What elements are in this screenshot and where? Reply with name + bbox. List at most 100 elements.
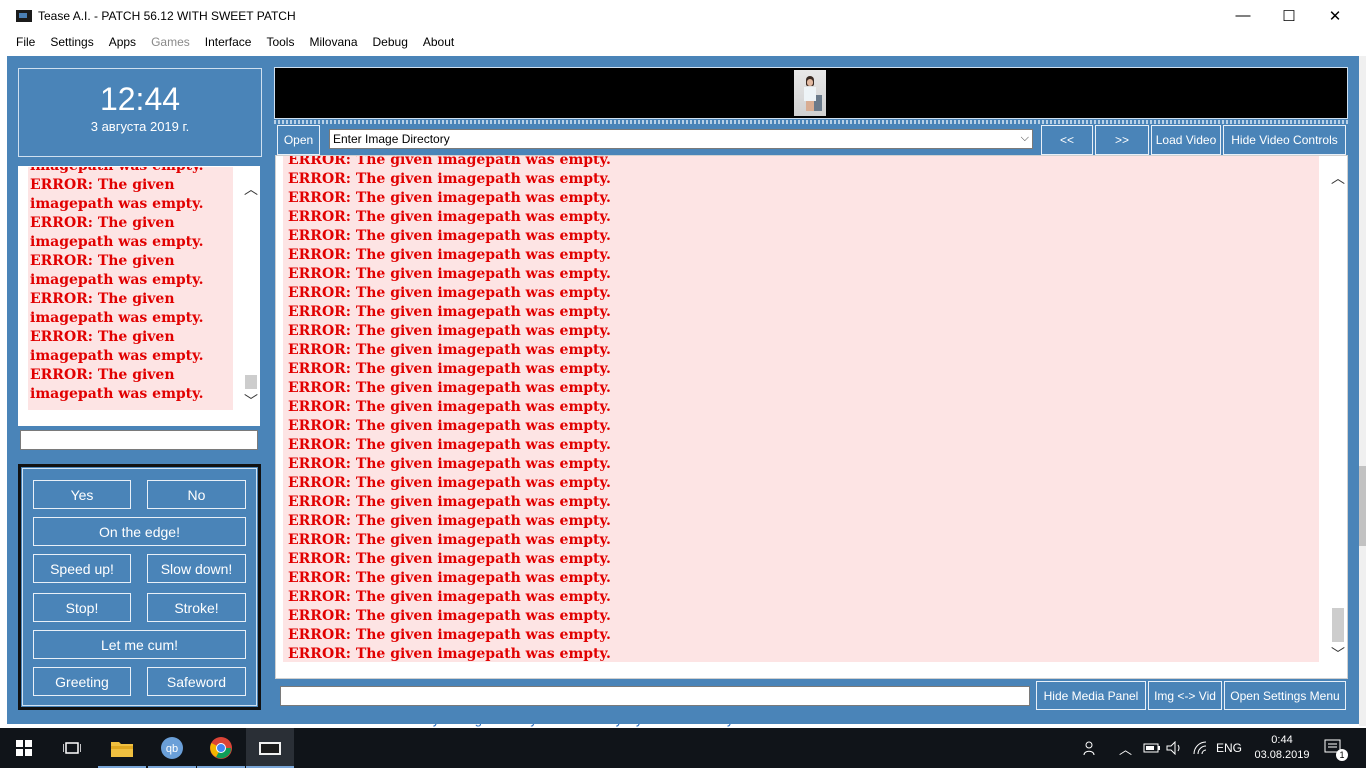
background-scrollbar: [1359, 56, 1366, 726]
chat-message: ERROR: The given imagepath was empty.: [30, 367, 204, 402]
menu-about[interactable]: About: [423, 35, 454, 49]
side-chat-input[interactable]: [20, 430, 258, 450]
chat-message: ERROR: The given imagepath was empty.: [288, 437, 611, 453]
stroke-button[interactable]: Stroke!: [147, 593, 246, 622]
chat-message: ERROR: The given imagepath was empty.: [288, 475, 611, 491]
next-button[interactable]: >>: [1095, 125, 1149, 155]
menu-settings[interactable]: Settings: [50, 35, 93, 49]
chat-message: ERROR: The given imagepath was empty.: [288, 228, 611, 244]
image-directory-combobox[interactable]: Enter Image Directory ⌵: [329, 129, 1033, 149]
side-chat-scroll-thumb[interactable]: [245, 375, 257, 389]
chat-message: ERROR: The given imagepath was empty.: [288, 532, 611, 548]
safeword-button[interactable]: Safeword: [147, 667, 246, 696]
quick-response-panel: Yes No On the edge! Speed up! Slow down!…: [18, 464, 261, 710]
chat-input[interactable]: [280, 686, 1030, 706]
chat-message: ERROR: The given imagepath was empty.: [288, 646, 611, 662]
stop-button[interactable]: Stop!: [33, 593, 131, 622]
chat-message: ERROR: The given imagepath was empty.: [288, 209, 611, 225]
hide-video-controls-button[interactable]: Hide Video Controls: [1223, 125, 1346, 155]
language-indicator[interactable]: ENG: [1216, 728, 1242, 768]
chrome-icon: [210, 737, 232, 759]
chat-message: ERROR: The given imagepath was empty.: [288, 418, 611, 434]
svg-text:qb: qb: [166, 743, 178, 755]
no-button[interactable]: No: [147, 480, 246, 509]
chat-message: ERROR: The given imagepath was empty.: [288, 247, 611, 263]
clock-time: 12:44: [99, 81, 181, 117]
splitter-handle[interactable]: [274, 120, 1348, 124]
battery-icon[interactable]: [1143, 728, 1161, 768]
window-title: Tease A.I. - PATCH 56.12 WITH SWEET PATC…: [38, 8, 296, 23]
menu-interface[interactable]: Interface: [205, 35, 252, 49]
taskbar-file-explorer[interactable]: [98, 728, 146, 768]
chat-message: ERROR: The given imagepath was empty.: [30, 215, 204, 250]
chat-message: ERROR: The given imagepath was empty.: [288, 570, 611, 586]
taskbar-date: 03.08.2019: [1254, 749, 1310, 761]
main-chat-scroll-thumb[interactable]: [1332, 608, 1344, 642]
load-video-button[interactable]: Load Video: [1151, 125, 1221, 155]
image-directory-value: Enter Image Directory: [333, 132, 450, 146]
chat-message: ERROR: The given imagepath was empty.: [288, 608, 611, 624]
speed-up-button[interactable]: Speed up!: [33, 554, 131, 583]
chevron-down-icon[interactable]: ⌵: [1021, 132, 1029, 145]
on-the-edge-button[interactable]: On the edge!: [33, 517, 246, 546]
chat-message: ERROR: The given imagepath was empty.: [288, 380, 611, 396]
slow-down-button[interactable]: Slow down!: [147, 554, 246, 583]
open-settings-menu-button[interactable]: Open Settings Menu: [1224, 681, 1346, 710]
chat-message: ERROR: The given imagepath was empty.: [30, 177, 204, 212]
people-icon[interactable]: [1083, 728, 1099, 768]
chat-message: ERROR: The given imagepath was empty.: [288, 361, 611, 377]
chat-message: ERROR: The given imagepath was empty.: [288, 171, 611, 187]
teaseai-icon: [259, 742, 281, 755]
main-chat-scrollbar[interactable]: ︿ ﹀: [1329, 156, 1347, 678]
scroll-down-icon[interactable]: ﹀: [1329, 646, 1347, 662]
volume-icon[interactable]: [1166, 728, 1184, 768]
chat-message: ERROR: The given imagepath was empty.: [30, 291, 204, 326]
menu-debug[interactable]: Debug: [373, 35, 408, 49]
taskbar-clock[interactable]: 0:44 03.08.2019: [1252, 733, 1312, 763]
scroll-up-icon[interactable]: ︿: [243, 181, 259, 197]
greeting-button[interactable]: Greeting: [33, 667, 131, 696]
task-view-button[interactable]: [48, 728, 96, 768]
chat-message: ERROR: The given imagepath was empty.: [288, 304, 611, 320]
taskbar: qb ︿ ENG 0:44 03.08.2019 1: [0, 728, 1366, 768]
menu-milovana[interactable]: Milovana: [309, 35, 357, 49]
menu-apps[interactable]: Apps: [109, 35, 136, 49]
close-button[interactable]: ✕: [1312, 0, 1358, 31]
clock-date: 3 августа 2019 г.: [90, 119, 190, 134]
scroll-up-icon[interactable]: ︿: [1329, 170, 1347, 186]
chat-message: ERROR: The given imagepath was empty.: [288, 266, 611, 282]
side-chat-content: imagepath was empty.ERROR: The given ima…: [28, 167, 233, 410]
menu-bar: File Settings Apps Games Interface Tools…: [0, 31, 1366, 53]
start-button[interactable]: [0, 728, 48, 768]
clock-panel: 12:44 3 августа 2019 г.: [18, 68, 262, 157]
windows-logo-icon: [16, 740, 32, 756]
open-button[interactable]: Open: [277, 125, 320, 155]
taskbar-qbittorrent[interactable]: qb: [148, 728, 196, 768]
menu-tools[interactable]: Tools: [266, 35, 294, 49]
taskbar-teaseai[interactable]: [246, 728, 294, 768]
menu-file[interactable]: File: [16, 35, 35, 49]
minimize-button[interactable]: —: [1220, 0, 1266, 31]
side-chat-lines: imagepath was empty.ERROR: The given ima…: [28, 167, 233, 404]
let-me-cum-button[interactable]: Let me cum!: [33, 630, 246, 659]
main-chat-log[interactable]: ERROR: The given imagepath was empty. ERR…: [275, 155, 1348, 679]
image-strip: [274, 67, 1348, 119]
thumbnail-image[interactable]: [794, 70, 826, 116]
previous-button[interactable]: <<: [1041, 125, 1093, 155]
chat-message: ERROR: The given imagepath was empty.: [288, 456, 611, 472]
notification-center-icon[interactable]: 1: [1324, 728, 1348, 768]
scroll-down-icon[interactable]: ﹀: [243, 393, 259, 409]
taskbar-time: 0:44: [1271, 734, 1293, 746]
side-chat-scrollbar[interactable]: ︿ ﹀: [243, 167, 259, 425]
title-bar: Tease A.I. - PATCH 56.12 WITH SWEET PATC…: [0, 0, 1366, 31]
chevron-up-icon[interactable]: ︿: [1119, 728, 1132, 768]
wifi-icon[interactable]: [1192, 728, 1208, 768]
maximize-button[interactable]: ☐: [1266, 0, 1312, 31]
chat-message: ERROR: The given imagepath was empty.: [288, 513, 611, 529]
taskbar-chrome[interactable]: [197, 728, 245, 768]
img-vid-toggle-button[interactable]: Img <-> Vid: [1148, 681, 1222, 710]
chat-message: ERROR: The given imagepath was empty.: [288, 323, 611, 339]
hide-media-panel-button[interactable]: Hide Media Panel: [1036, 681, 1146, 710]
yes-button[interactable]: Yes: [33, 480, 131, 509]
side-chat-log[interactable]: imagepath was empty.ERROR: The given ima…: [18, 166, 260, 426]
